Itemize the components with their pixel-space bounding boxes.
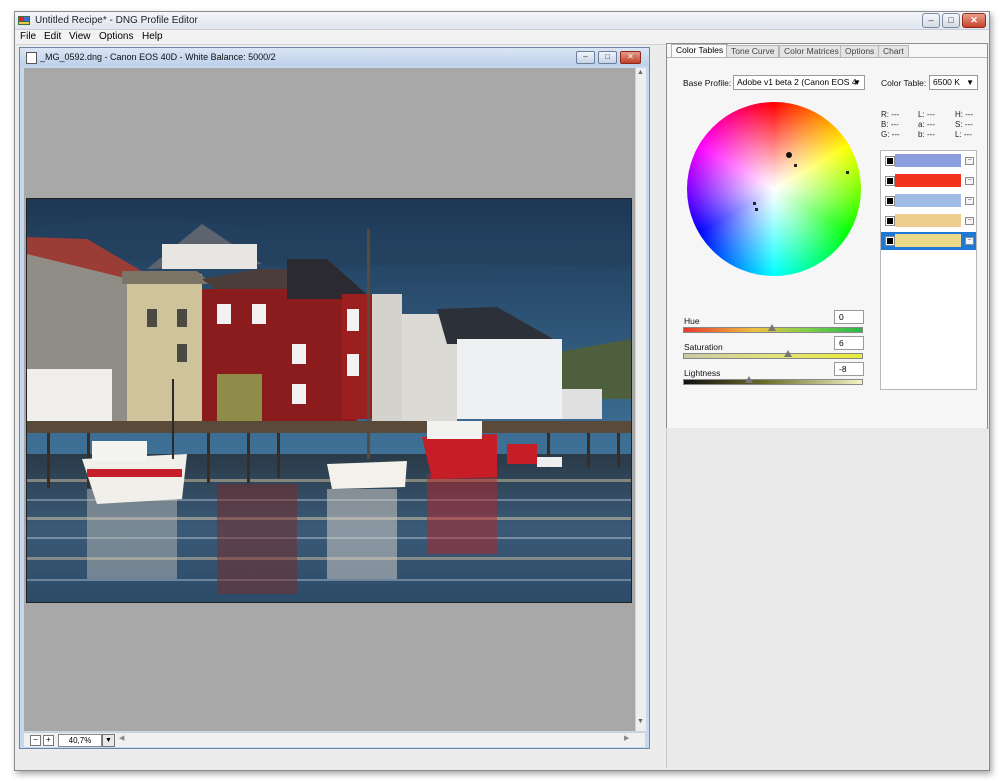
readout-h: H: --- <box>955 110 974 119</box>
readout-r: R: --- <box>881 110 900 119</box>
readout-s: S: --- <box>955 120 973 129</box>
color-swatch[interactable] <box>895 234 961 247</box>
scroll-left-arrow[interactable]: ◀ <box>119 734 124 742</box>
color-table-value: 6500 K <box>933 77 960 87</box>
swatch-checkbox[interactable] <box>885 216 895 226</box>
saturation-value-field[interactable]: 6 <box>834 336 864 350</box>
zoom-out-button[interactable]: − <box>30 735 41 746</box>
close-button[interactable]: ✕ <box>962 13 986 28</box>
empty-panel-area <box>666 428 987 768</box>
saturation-label: Saturation <box>684 342 723 352</box>
chevron-down-icon: ▼ <box>966 78 974 87</box>
wheel-point[interactable] <box>755 208 758 211</box>
menu-file[interactable]: File <box>20 31 36 42</box>
document-status-bar: − + 40,7% ▼ ◀ ▶ <box>24 732 645 747</box>
menu-edit[interactable]: Edit <box>44 31 61 42</box>
swatch-checkbox[interactable] <box>885 156 895 166</box>
readout-lab-b: b: --- <box>918 130 935 139</box>
readout-l: L: --- <box>918 110 935 119</box>
hue-label: Hue <box>684 316 700 326</box>
app-window: Untitled Recipe* - DNG Profile Editor – … <box>14 11 990 771</box>
maximize-button[interactable]: □ <box>942 13 960 28</box>
base-profile-label: Base Profile: <box>683 78 732 88</box>
tab-chart[interactable]: Chart <box>878 45 909 57</box>
title-bar: Untitled Recipe* - DNG Profile Editor – … <box>15 12 989 30</box>
remove-swatch-button[interactable]: − <box>965 197 974 205</box>
readout-b: B: --- <box>881 120 899 129</box>
image-document-window: _MG_0592.dng - Canon EOS 40D - White Bal… <box>19 47 650 749</box>
vertical-scrollbar[interactable]: ▲ ▼ <box>635 68 646 731</box>
tab-options[interactable]: Options <box>840 45 880 57</box>
color-swatch[interactable] <box>895 194 961 207</box>
hue-saturation-wheel[interactable] <box>687 102 861 276</box>
zoom-dropdown-arrow[interactable]: ▼ <box>102 734 115 747</box>
menu-options[interactable]: Options <box>99 31 133 42</box>
swatch-row[interactable]: − <box>881 212 976 230</box>
color-table-select[interactable]: 6500 K ▼ <box>929 75 978 90</box>
lightness-label: Lightness <box>684 368 721 378</box>
harbor-photo <box>26 198 632 603</box>
image-canvas[interactable] <box>24 68 635 731</box>
document-title-bar: _MG_0592.dng - Canon EOS 40D - White Bal… <box>20 48 649 66</box>
scroll-down-arrow[interactable]: ▼ <box>637 718 644 725</box>
base-profile-select[interactable]: Adobe v1 beta 2 (Canon EOS 4 ▼ <box>733 75 865 90</box>
wheel-selected-point[interactable] <box>786 152 792 158</box>
chevron-down-icon: ▼ <box>853 78 861 87</box>
swatch-row[interactable]: − <box>881 192 976 210</box>
swatch-checkbox[interactable] <box>885 176 895 186</box>
doc-minimize-button[interactable]: – <box>576 51 595 64</box>
color-table-label: Color Table: <box>881 78 927 88</box>
app-title: Untitled Recipe* - DNG Profile Editor <box>35 15 198 26</box>
tab-color-matrices[interactable]: Color Matrices <box>779 45 844 57</box>
zoom-in-button[interactable]: + <box>43 735 54 746</box>
swatch-checkbox[interactable] <box>885 236 895 246</box>
readout-g: G: --- <box>881 130 900 139</box>
color-editor-panel: Color Tables Tone Curve Color Matrices O… <box>666 43 988 429</box>
readout-hsl-l: L: --- <box>955 130 972 139</box>
wheel-point[interactable] <box>753 202 756 205</box>
remove-swatch-button[interactable]: − <box>965 217 974 225</box>
lightness-value-field[interactable]: -8 <box>834 362 864 376</box>
lightness-slider-thumb[interactable] <box>744 376 753 383</box>
menu-help[interactable]: Help <box>142 31 163 42</box>
document-title: _MG_0592.dng - Canon EOS 40D - White Bal… <box>40 52 276 62</box>
swatch-row[interactable]: − <box>881 152 976 170</box>
wheel-point[interactable] <box>794 164 797 167</box>
scroll-right-arrow[interactable]: ▶ <box>624 734 629 742</box>
wheel-point[interactable] <box>846 171 849 174</box>
remove-swatch-button[interactable]: − <box>965 177 974 185</box>
remove-swatch-button[interactable]: − <box>965 237 974 245</box>
readout-a: a: --- <box>918 120 935 129</box>
scroll-up-arrow[interactable]: ▲ <box>637 69 644 76</box>
base-profile-value: Adobe v1 beta 2 (Canon EOS 4 <box>737 77 857 87</box>
hue-value-field[interactable]: 0 <box>834 310 864 324</box>
tab-color-tables[interactable]: Color Tables <box>671 44 729 58</box>
tab-divider <box>667 57 987 58</box>
lightness-slider-track[interactable] <box>683 379 863 385</box>
saturation-slider-track[interactable] <box>683 353 863 359</box>
remove-swatch-button[interactable]: − <box>965 157 974 165</box>
doc-maximize-button[interactable]: □ <box>598 51 617 64</box>
tab-tone-curve[interactable]: Tone Curve <box>726 45 780 57</box>
swatch-row-selected[interactable]: − <box>881 232 976 250</box>
color-swatch[interactable] <box>895 174 961 187</box>
hue-slider-thumb[interactable] <box>768 324 776 331</box>
zoom-level-field[interactable]: 40,7% <box>58 734 102 747</box>
saturation-slider-thumb[interactable] <box>784 350 793 357</box>
minimize-button[interactable]: – <box>922 13 940 28</box>
menu-view[interactable]: View <box>69 31 91 42</box>
swatch-checkbox[interactable] <box>885 196 895 206</box>
color-swatch[interactable] <box>895 154 961 167</box>
document-icon <box>26 52 37 64</box>
color-swatch-list: − − − − − <box>880 150 977 390</box>
doc-close-button[interactable]: ✕ <box>620 51 641 64</box>
app-icon <box>18 14 30 26</box>
color-swatch[interactable] <box>895 214 961 227</box>
swatch-row[interactable]: − <box>881 172 976 190</box>
